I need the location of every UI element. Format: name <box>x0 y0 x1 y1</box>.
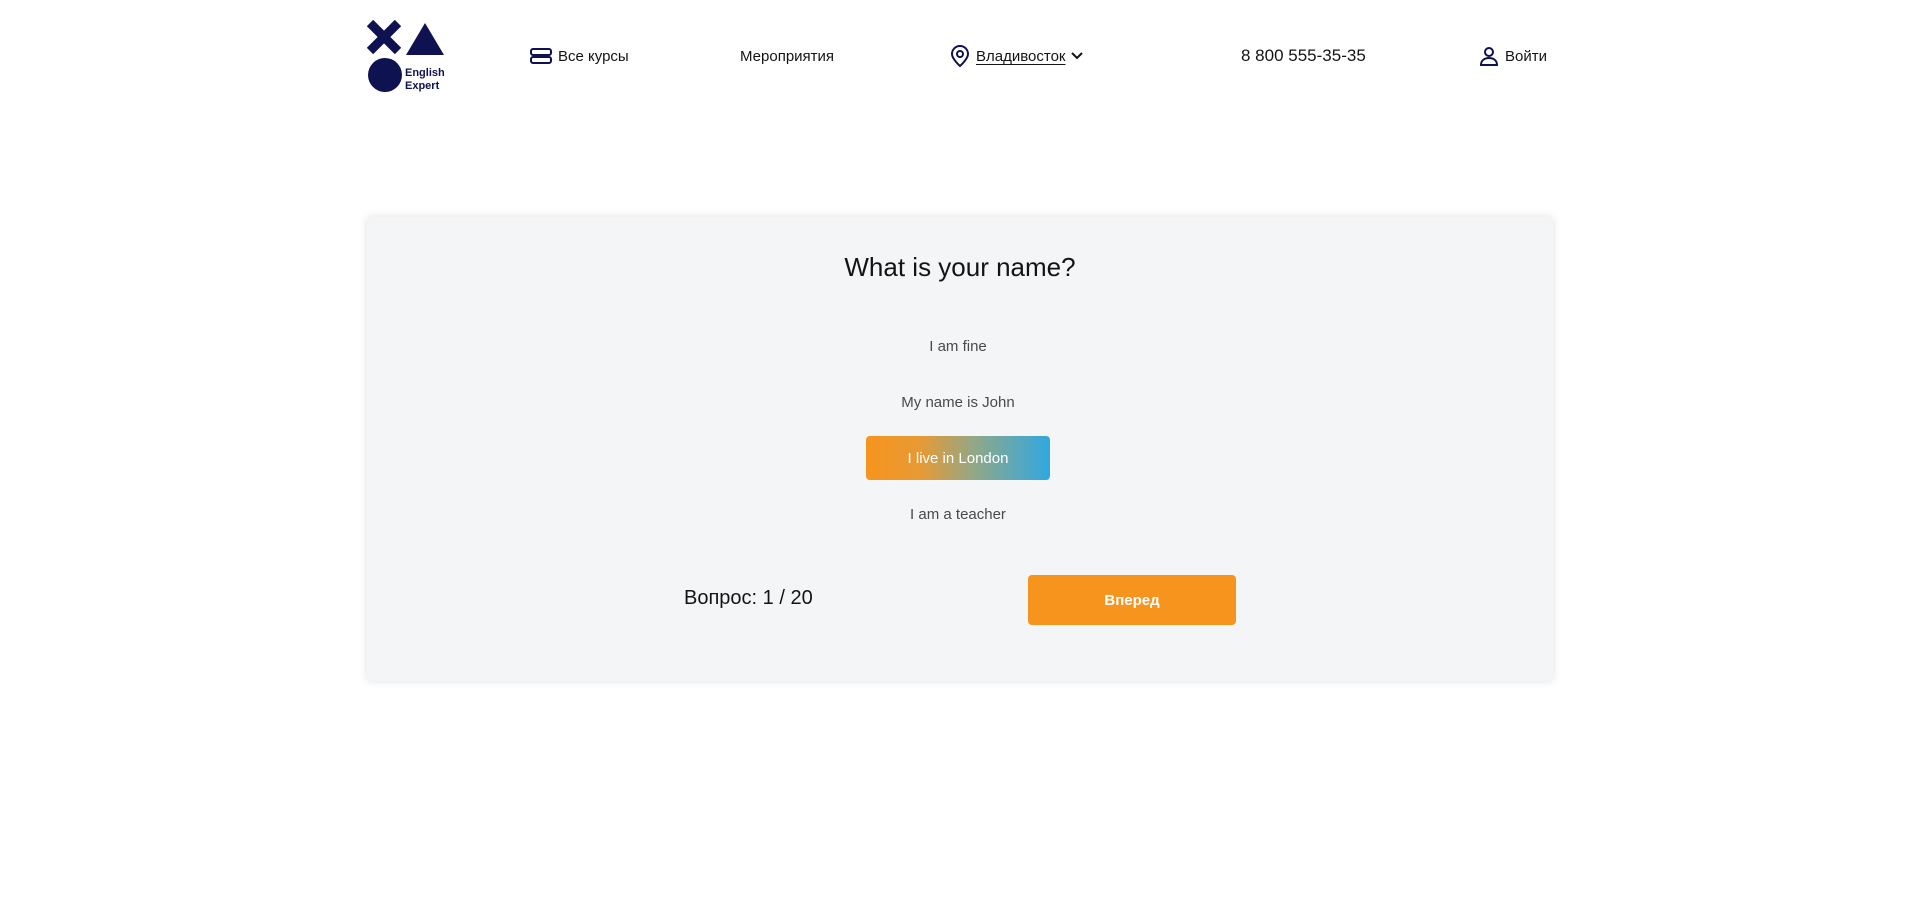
next-button[interactable]: Вперед <box>1028 575 1236 625</box>
site-header: English Expert Все курсы Мероприятия Вла… <box>0 0 1920 112</box>
question-counter: Вопрос: 1 / 20 <box>684 587 813 609</box>
answer-option[interactable]: I am a teacher <box>866 492 1050 536</box>
answer-option[interactable]: I am fine <box>866 324 1050 368</box>
nav-all-courses[interactable]: Все курсы <box>530 44 629 68</box>
answer-option-selected[interactable]: I live in London <box>866 436 1050 480</box>
question-title: What is your name? <box>844 252 1076 282</box>
nav-all-courses-label: Все курсы <box>558 47 629 65</box>
triangle-shape-icon <box>406 23 444 55</box>
nav-events-label: Мероприятия <box>740 47 835 65</box>
nav-events[interactable]: Мероприятия <box>740 44 834 68</box>
circle-shape-icon <box>368 58 402 92</box>
login-link[interactable]: Войти <box>1479 44 1547 68</box>
logo-text: English Expert <box>405 67 445 92</box>
city-name: Владивосток <box>976 47 1066 65</box>
city-selector[interactable]: Владивосток <box>950 44 1084 68</box>
user-icon <box>1479 46 1499 66</box>
login-label: Войти <box>1505 47 1547 65</box>
quiz-card: What is your name? I am fine My name is … <box>367 217 1553 681</box>
english-expert-logo[interactable]: English Expert <box>367 20 451 94</box>
location-pin-icon <box>950 45 970 67</box>
x-shape-icon <box>367 20 401 54</box>
stack-icon <box>530 47 552 65</box>
answer-option[interactable]: My name is John <box>866 380 1050 424</box>
phone-number[interactable]: 8 800 555-35-35 <box>1241 44 1366 68</box>
chevron-down-icon <box>1071 52 1084 60</box>
